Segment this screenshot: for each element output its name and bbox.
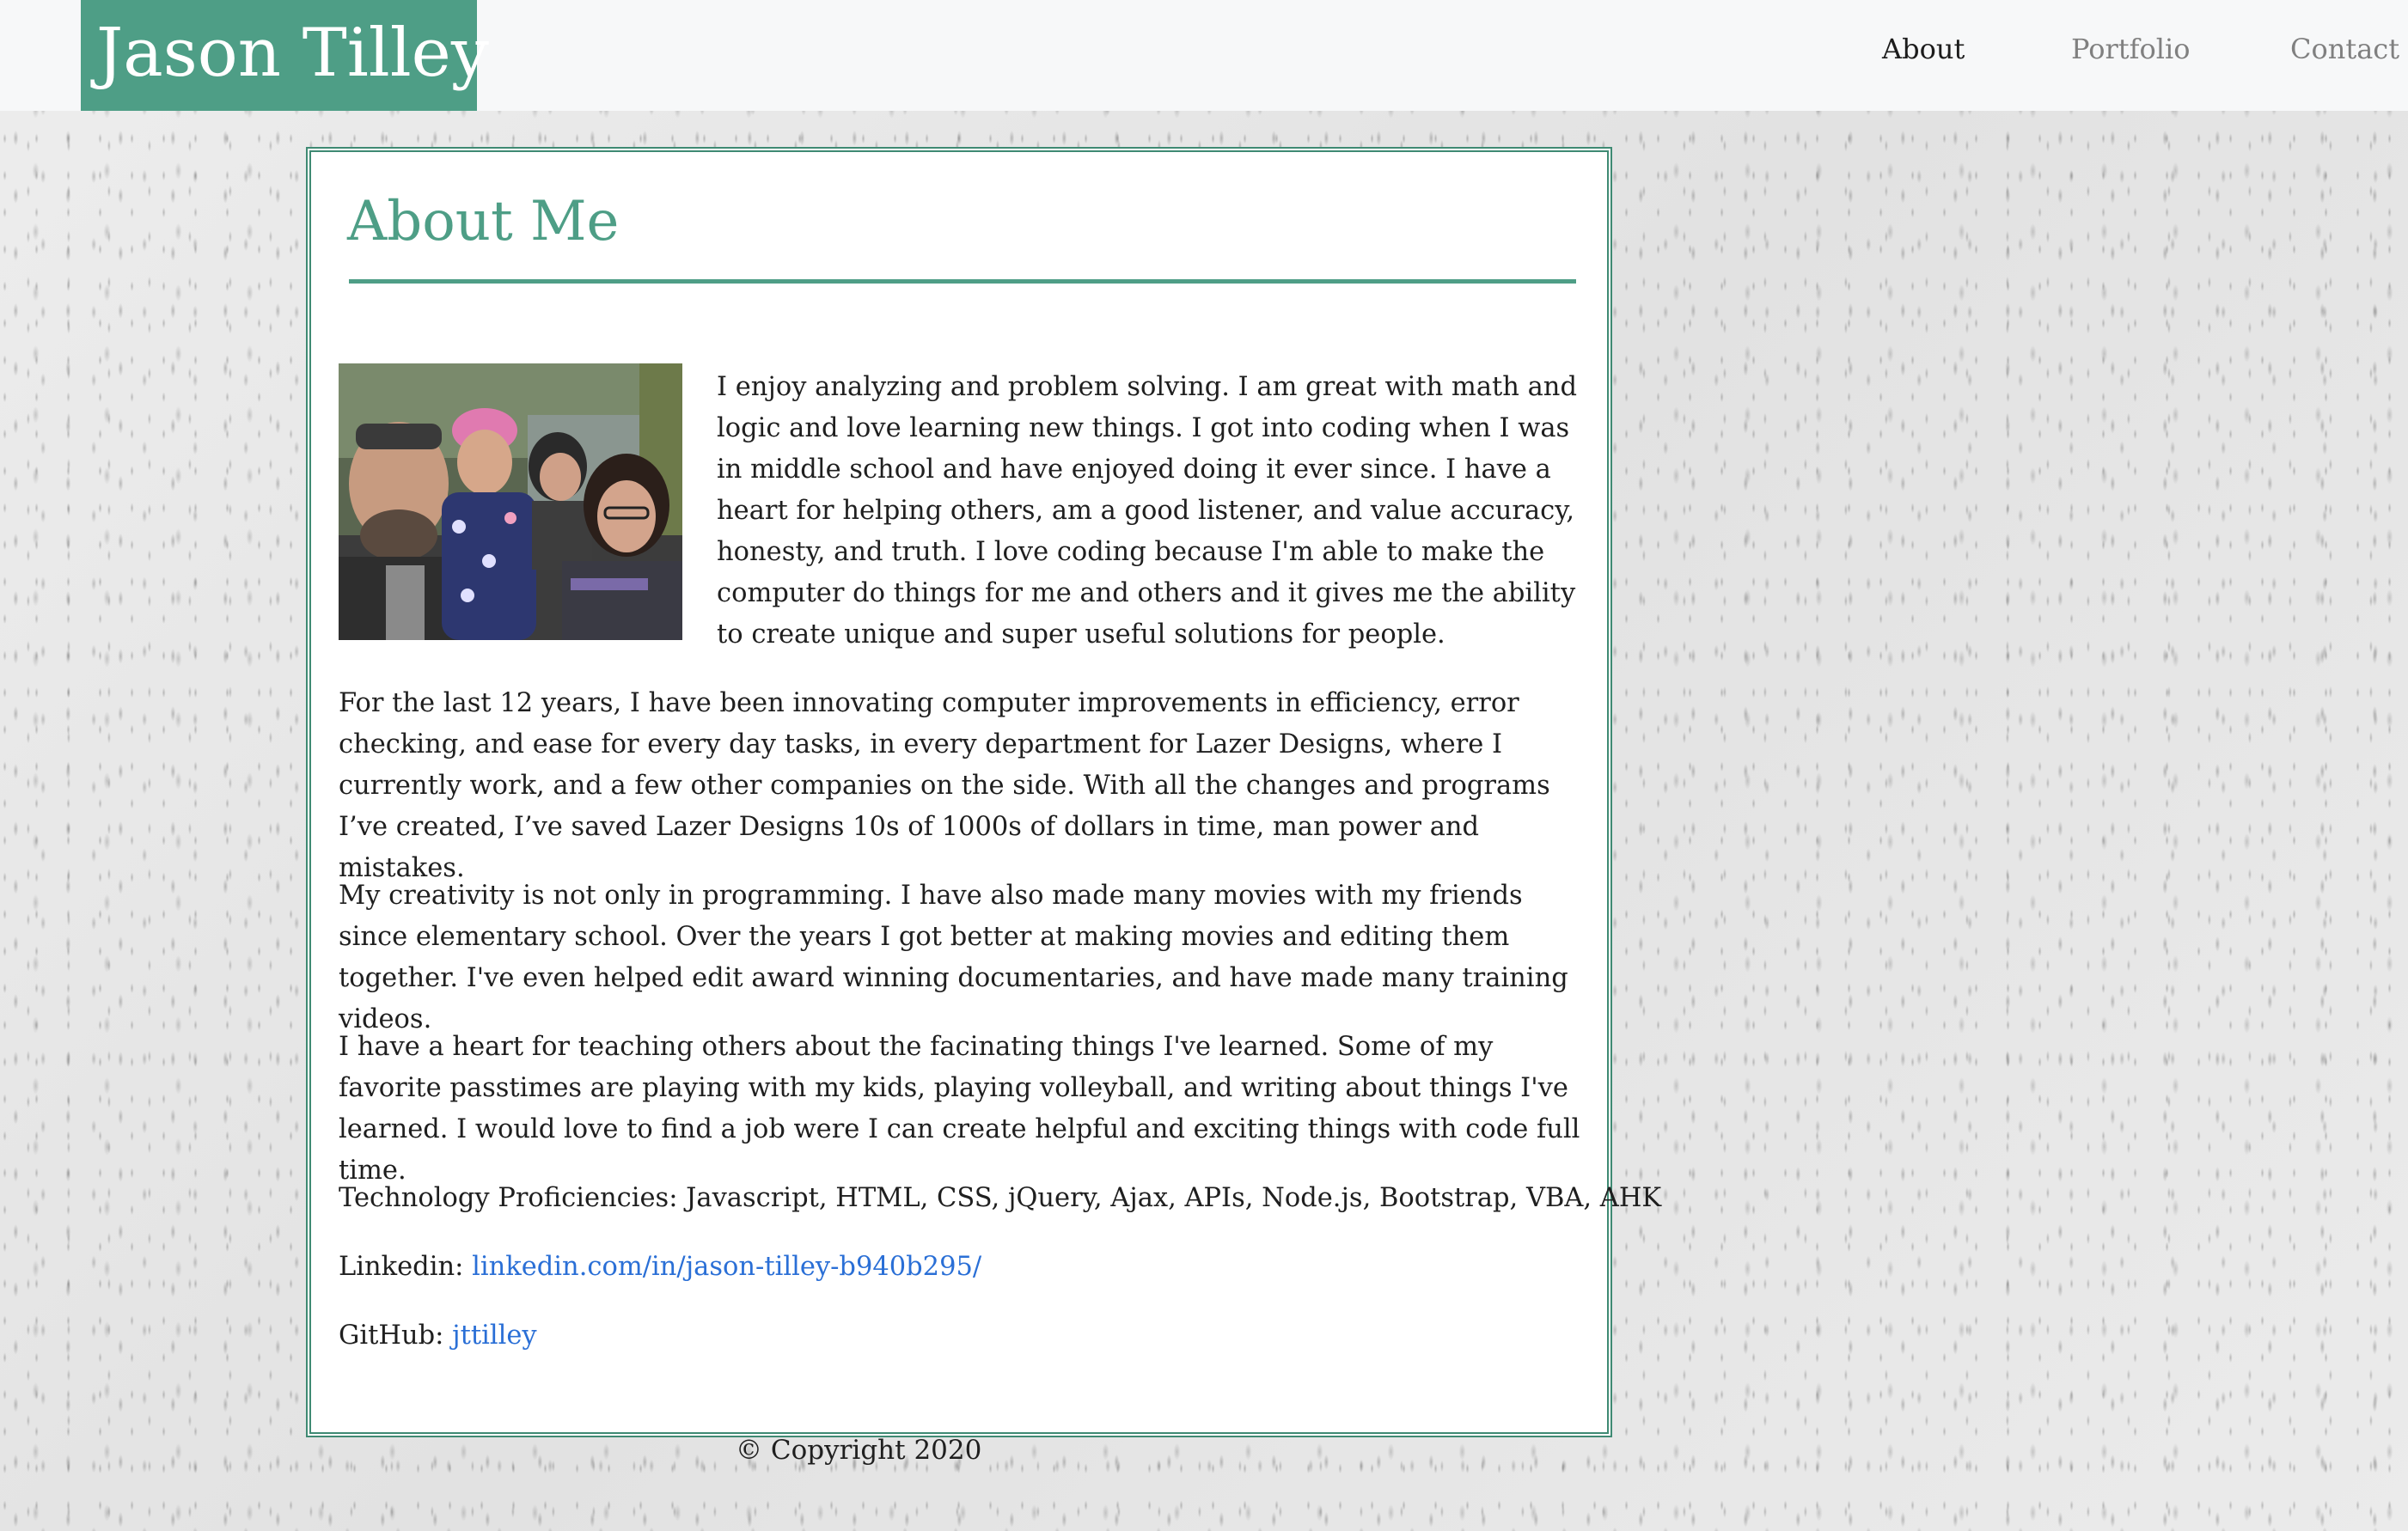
family-photo: [339, 363, 682, 640]
github-link[interactable]: jttilley: [452, 1321, 537, 1351]
linkedin-row: Linkedin: linkedin.com/in/jason-tilley-b…: [339, 1247, 1593, 1288]
family-photo-image: [339, 363, 682, 640]
about-paragraph-experience: For the last 12 years, I have been innov…: [339, 688, 1550, 883]
about-card: About Me I enjoy analyzing and problem s…: [306, 147, 1662, 1437]
nav-link-contact[interactable]: Contact: [2290, 33, 2399, 65]
title-divider: [349, 279, 1576, 284]
tech-proficiencies: Technology Proficiencies: Javascript, HT…: [339, 1183, 1662, 1213]
linkedin-link[interactable]: linkedin.com/in/jason-tilley-b940b295/: [472, 1252, 981, 1282]
navbar: Jason Tilley About Portfolio Contact: [0, 0, 2408, 111]
brand-logo[interactable]: Jason Tilley: [81, 0, 489, 111]
about-paragraph-creativity: My creativity is not only in programming…: [339, 881, 1568, 1034]
linkedin-label: Linkedin:: [339, 1252, 464, 1282]
github-label: GitHub:: [339, 1321, 444, 1351]
page-title: About Me: [347, 190, 620, 253]
footer-copyright: © Copyright 2020: [736, 1435, 982, 1466]
nav-link-portfolio[interactable]: Portfolio: [2071, 33, 2191, 65]
nav-link-about[interactable]: About: [1882, 33, 1965, 65]
about-paragraph-intro: I enjoy analyzing and problem solving. I…: [717, 372, 1577, 650]
github-row: GitHub: jttilley: [339, 1315, 1593, 1357]
about-paragraph-teaching: I have a heart for teaching others about…: [339, 1032, 1580, 1186]
